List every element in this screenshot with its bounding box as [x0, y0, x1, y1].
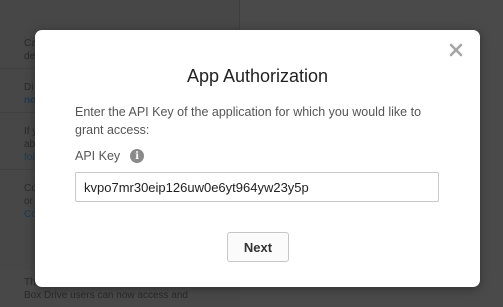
api-key-label-row: API Key i [75, 148, 145, 164]
dialog-title: App Authorization [186, 66, 329, 86]
dialog-instructions: Enter the API Key of the application for… [75, 105, 422, 137]
api-key-input[interactable] [75, 172, 439, 202]
next-button[interactable]: Next [227, 232, 289, 262]
api-key-label: API Key [75, 149, 121, 163]
app-authorization-dialog: App Authorization Enter the API Key of t… [35, 30, 480, 287]
info-icon[interactable]: i [130, 149, 145, 163]
close-icon[interactable] [448, 42, 464, 58]
